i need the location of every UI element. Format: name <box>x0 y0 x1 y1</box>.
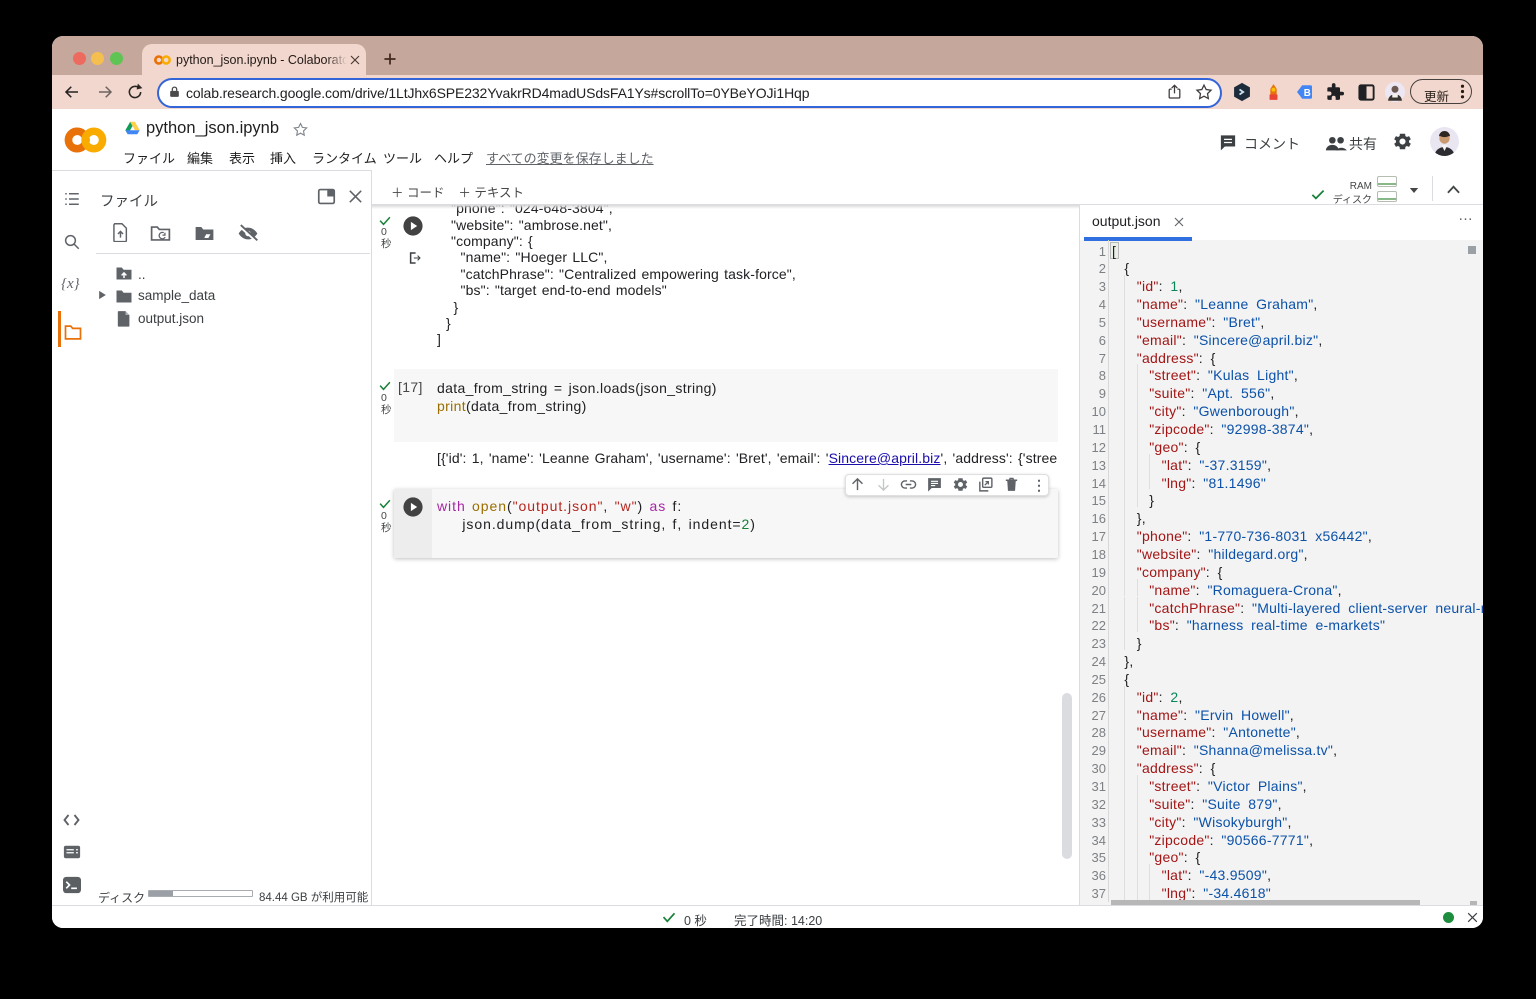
svg-text:B: B <box>1304 88 1311 99</box>
